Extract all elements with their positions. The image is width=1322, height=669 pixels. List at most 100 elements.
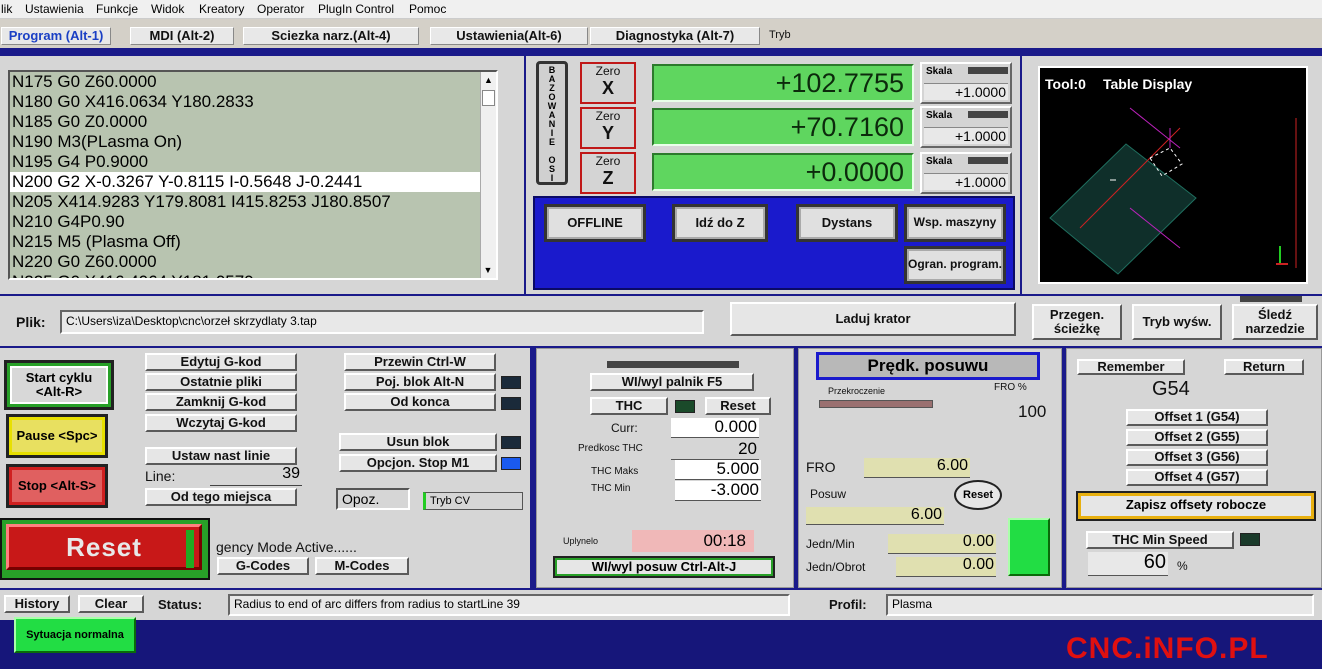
- thc-reset-button[interactable]: Reset: [705, 397, 771, 415]
- idz-do-z-button[interactable]: Idź do Z: [672, 204, 768, 242]
- ustaw-nast-linie-button[interactable]: Ustaw nast linie: [145, 447, 297, 465]
- ostatnie-pliki-button[interactable]: Ostatnie pliki: [145, 373, 297, 391]
- tab-sciezka[interactable]: Sciezka narz.(Alt-4): [243, 27, 419, 45]
- history-button[interactable]: History: [4, 595, 70, 613]
- laduj-krator-button[interactable]: Laduj krator: [730, 302, 1016, 336]
- od-konca-button[interactable]: Od konca: [344, 393, 496, 411]
- gcode-line[interactable]: N210 G4P0.90: [10, 212, 496, 232]
- m-codes-button[interactable]: M-Codes: [315, 557, 409, 575]
- toolpath-display[interactable]: Tool:0 Table Display: [1038, 66, 1308, 284]
- feed-reset-button[interactable]: Reset: [954, 480, 1002, 510]
- dro-x[interactable]: +102.7755: [652, 64, 914, 102]
- opcjon-stop-button[interactable]: Opcjon. Stop M1: [339, 454, 497, 472]
- gcode-line[interactable]: N220 G0 Z60.0000: [10, 252, 496, 272]
- thc-min-speed-button[interactable]: THC Min Speed: [1086, 531, 1234, 549]
- dro-y[interactable]: +70.7160: [652, 108, 914, 146]
- remember-button[interactable]: Remember: [1077, 359, 1185, 375]
- gcode-line[interactable]: N200 G2 X-0.3267 Y-0.8115 I-0.5648 J-0.2…: [10, 172, 496, 192]
- thc-maks-label: THC Maks: [591, 466, 639, 477]
- palnik-button[interactable]: WI/wyl palnik F5: [590, 373, 754, 391]
- usun-blok-button[interactable]: Usun blok: [339, 433, 497, 451]
- stop-button[interactable]: Stop <Alt-S>: [6, 464, 108, 508]
- edytuj-gkod-button[interactable]: Edytuj G-kod: [145, 353, 297, 371]
- zero-z-button[interactable]: Zero Z: [580, 152, 636, 194]
- thc-min-speed-field[interactable]: 60: [1088, 552, 1168, 576]
- skala-label: Skala: [926, 110, 953, 121]
- menu-item-ustawienia[interactable]: Ustawienia: [25, 2, 84, 16]
- tab-mdi[interactable]: MDI (Alt-2): [130, 27, 234, 45]
- emergency-mode-text: gency Mode Active......: [216, 539, 357, 555]
- zero-y-button[interactable]: Zero Y: [580, 107, 636, 149]
- thc-maks-field[interactable]: 5.000: [675, 460, 761, 480]
- scroll-up-icon[interactable]: ▲: [481, 72, 496, 88]
- fro-slider[interactable]: [819, 400, 933, 408]
- scale-z: Skala +1.0000: [920, 152, 1012, 194]
- menu-item-funkcje[interactable]: Funkcje: [96, 2, 138, 16]
- przegen-sciezke-button[interactable]: Przegen. ścieżkę: [1032, 304, 1122, 340]
- reset-button[interactable]: Reset: [6, 524, 202, 570]
- gcode-scrollbar[interactable]: ▲ ▼: [480, 72, 496, 278]
- jedn-obrot-field[interactable]: 0.00: [896, 557, 996, 577]
- poj-blok-button[interactable]: Poj. blok Alt-N: [344, 373, 496, 391]
- offset3-button[interactable]: Offset 3 (G56): [1126, 449, 1268, 466]
- tab-ustawienia[interactable]: Ustawienia(Alt-6): [430, 27, 588, 45]
- ogran-program-button[interactable]: Ogran. program.: [904, 246, 1006, 284]
- pause-button[interactable]: Pause <Spc>: [6, 414, 108, 458]
- tab-diagnostyka[interactable]: Diagnostyka (Alt-7): [590, 27, 760, 45]
- dro-z[interactable]: +0.0000: [652, 153, 914, 191]
- thc-button[interactable]: THC: [590, 397, 668, 415]
- gcode-line[interactable]: N185 G0 Z0.0000: [10, 112, 496, 132]
- gcode-line[interactable]: N215 M5 (Plasma Off): [10, 232, 496, 252]
- gcode-line[interactable]: N195 G4 P0.9000: [10, 152, 496, 172]
- menu-item-pomoc[interactable]: Pomoc: [409, 2, 446, 16]
- opoz-field[interactable]: Opoz.: [336, 488, 410, 510]
- tryb-wysw-button[interactable]: Tryb wyśw.: [1132, 304, 1222, 340]
- gcode-line[interactable]: N205 X414.9283 Y179.8081 I415.8253 J180.…: [10, 192, 496, 212]
- offset1-button[interactable]: Offset 1 (G54): [1126, 409, 1268, 426]
- thc-min-field[interactable]: -3.000: [675, 481, 761, 501]
- clear-button[interactable]: Clear: [78, 595, 144, 613]
- gcode-line[interactable]: N180 G0 X416.0634 Y180.2833: [10, 92, 496, 112]
- predkosc-thc-field[interactable]: 20: [671, 440, 759, 460]
- start-cycle-button[interactable]: Start cyklu <Alt-R>: [4, 360, 114, 410]
- scroll-thumb[interactable]: [482, 90, 495, 106]
- menu-item-operator[interactable]: Operator: [257, 2, 304, 16]
- zapisz-offsety-button[interactable]: Zapisz offsety robocze: [1081, 496, 1311, 516]
- wczytaj-gkod-button[interactable]: Wczytaj G-kod: [145, 414, 297, 432]
- posuw-field[interactable]: 6.00: [806, 507, 944, 525]
- scale-x-value[interactable]: +1.0000: [924, 83, 1008, 100]
- file-path-field[interactable]: C:\Users\iza\Desktop\cnc\orzeł skrzydlat…: [60, 310, 704, 334]
- curr-field[interactable]: 0.000: [671, 418, 759, 438]
- menu-item-plugin-control[interactable]: PlugIn Control: [318, 2, 394, 16]
- menu-item-plik[interactable]: lik: [1, 2, 12, 16]
- return-button[interactable]: Return: [1224, 359, 1304, 375]
- posuw-toggle-button[interactable]: WI/wyl posuw Ctrl-Alt-J: [557, 560, 771, 574]
- fro-field[interactable]: 6.00: [864, 458, 970, 478]
- uplynelo-field: 00:18: [632, 530, 754, 552]
- wsp-maszyny-button[interactable]: Wsp. maszyny: [904, 204, 1006, 242]
- offset4-button[interactable]: Offset 4 (G57): [1126, 469, 1268, 486]
- line-value-field[interactable]: 39: [210, 466, 302, 486]
- gcode-list[interactable]: N175 G0 Z60.0000 N180 G0 X416.0634 Y180.2…: [8, 70, 498, 280]
- menu-item-widok[interactable]: Widok: [151, 2, 184, 16]
- offset2-button[interactable]: Offset 2 (G55): [1126, 429, 1268, 446]
- bazowanie-button[interactable]: BAZOWANIE OSI: [536, 61, 568, 185]
- od-tego-miejsca-button[interactable]: Od tego miejsca: [145, 488, 297, 506]
- tab-program[interactable]: Program (Alt-1): [1, 27, 111, 45]
- jedn-min-field[interactable]: 0.00: [888, 534, 996, 554]
- menu-item-kreatory[interactable]: Kreatory: [199, 2, 244, 16]
- gcode-line[interactable]: N225 G0 X416.4064 Y181.0579: [10, 272, 496, 278]
- offline-button[interactable]: OFFLINE: [544, 204, 646, 242]
- gcode-line[interactable]: N175 G0 Z60.0000: [10, 72, 496, 92]
- scale-y-value[interactable]: +1.0000: [924, 127, 1008, 144]
- przewin-button[interactable]: Przewin Ctrl-W: [344, 353, 496, 371]
- gcode-line[interactable]: N190 M3(PLasma On): [10, 132, 496, 152]
- pct-label: %: [1177, 559, 1188, 573]
- zero-x-button[interactable]: Zero X: [580, 62, 636, 104]
- scale-z-value[interactable]: +1.0000: [924, 173, 1008, 190]
- zamknij-gkod-button[interactable]: Zamknij G-kod: [145, 393, 297, 411]
- g-codes-button[interactable]: G-Codes: [217, 557, 309, 575]
- sledz-narzedzie-button[interactable]: Śledź narzedzie: [1232, 304, 1318, 340]
- dystans-button[interactable]: Dystans: [796, 204, 898, 242]
- scroll-down-icon[interactable]: ▼: [481, 262, 495, 278]
